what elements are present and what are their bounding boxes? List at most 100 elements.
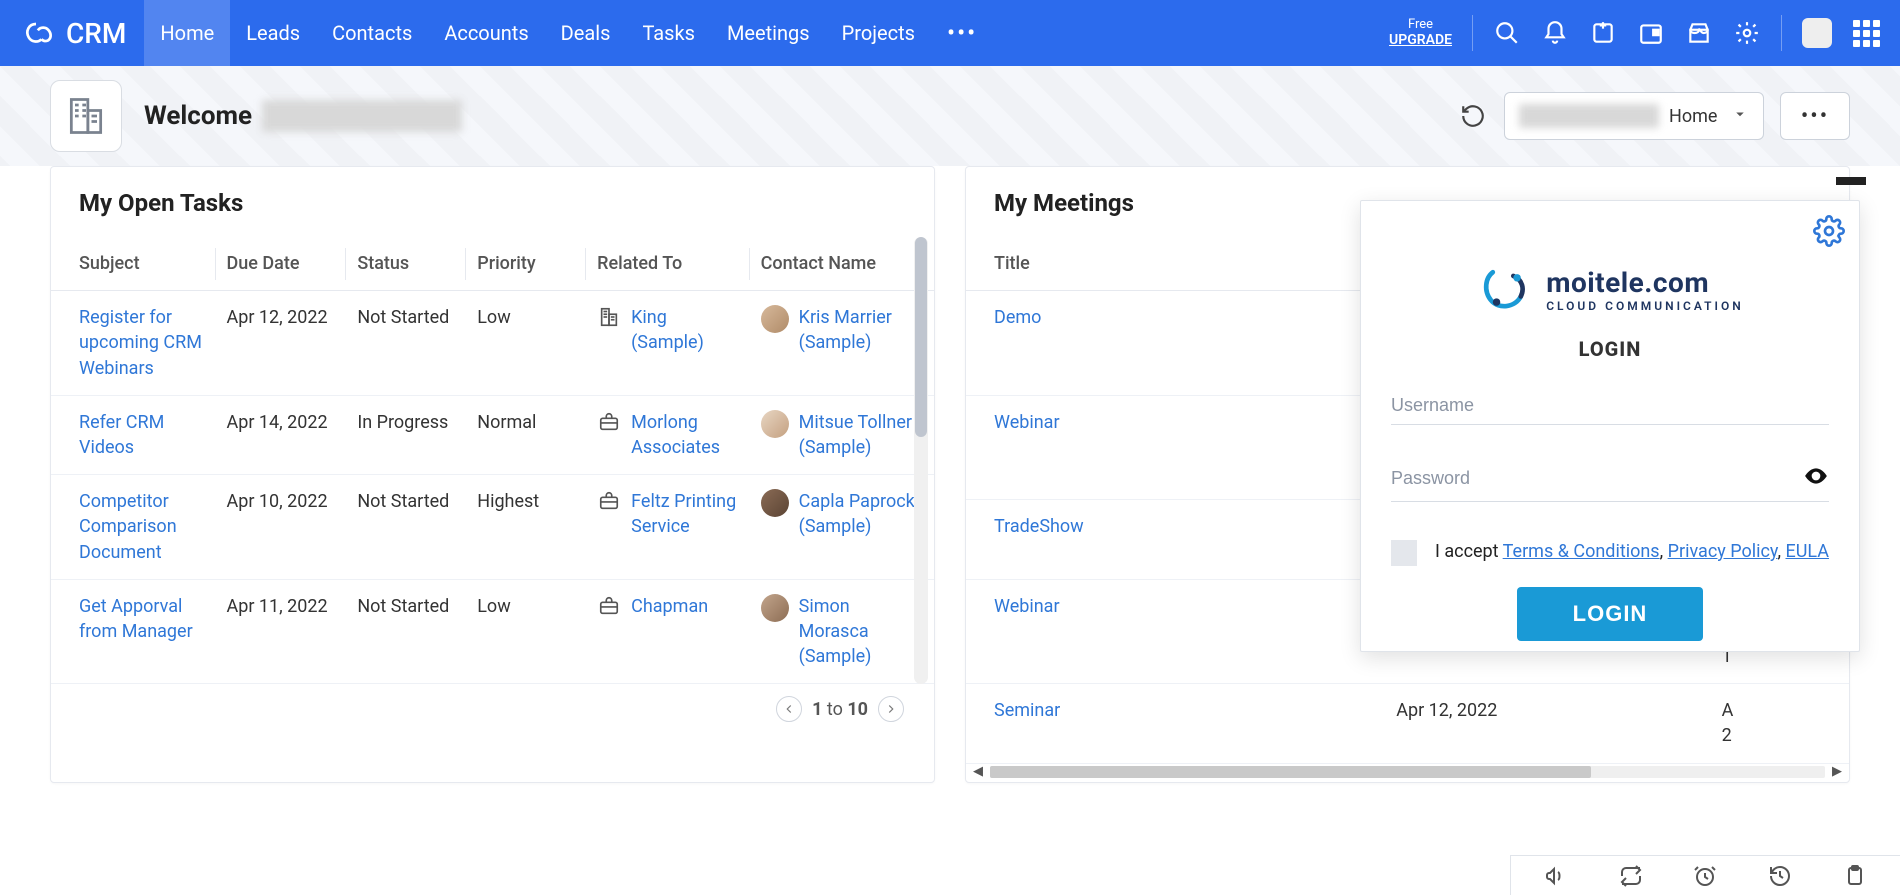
task-contact-link[interactable]: Capla Paprocki (Sample) [799,489,922,539]
task-subject-link[interactable]: Register for upcoming CRM Webinars [79,307,202,378]
task-priority: Low [465,291,585,396]
col-contact[interactable]: Contact Name [749,237,934,291]
task-priority: Highest [465,475,585,580]
password-input[interactable] [1391,468,1793,489]
task-contact-link[interactable]: Mitsue Tollner (Sample) [799,410,922,460]
dashboard-selector[interactable]: Home [1504,92,1764,140]
login-widget: moitele.com CLOUD COMMUNICATION LOGIN I … [1360,200,1860,652]
welcome-text: Welcome [144,100,462,132]
tasks-scroll-wrap: Subject Due Date Status Priority Related… [51,237,934,684]
task-related-link[interactable]: Feltz Printing Service [631,489,737,539]
task-contact-link[interactable]: Simon Morasca (Sample) [799,594,922,670]
bell-icon[interactable] [1541,19,1569,47]
table-row[interactable]: Competitor Comparison DocumentApr 10, 20… [51,475,934,580]
task-subject-link[interactable]: Competitor Comparison Document [79,491,177,562]
tasks-scrollbar[interactable] [914,237,928,684]
privacy-link[interactable]: Privacy Policy [1668,541,1778,562]
meeting-title-link[interactable]: TradeShow [994,516,1084,537]
task-due: Apr 14, 2022 [215,395,346,474]
terms-link[interactable]: Terms & Conditions [1503,541,1660,562]
table-row[interactable]: SeminarApr 12, 2022A2 [966,684,1849,763]
more-actions-button[interactable]: ••• [1780,92,1850,140]
welcome-label: Welcome [144,101,252,131]
task-subject-link[interactable]: Get Apporval from Manager [79,596,193,642]
pager-next-icon[interactable] [878,696,904,722]
nav-tasks[interactable]: Tasks [626,0,711,66]
status-bar [1510,855,1900,895]
refresh-icon[interactable] [1458,101,1488,131]
nav-accounts[interactable]: Accounts [428,0,544,66]
clipboard-icon[interactable] [1841,862,1869,890]
task-status: Not Started [345,579,465,684]
col-status[interactable]: Status [345,237,465,291]
alarm-icon[interactable] [1691,862,1719,890]
brand-logo-icon [18,15,54,51]
announce-icon[interactable] [1542,862,1570,890]
tasks-panel-title: My Open Tasks [51,167,934,237]
widget-minimize-handle[interactable] [1836,177,1866,185]
topbar-left: CRM Home Leads Contacts Accounts Deals T… [18,0,993,66]
meeting-title-link[interactable]: Webinar [994,412,1060,433]
calendar-icon[interactable] [1637,19,1665,47]
scroll-right-icon[interactable]: ▶ [1829,764,1845,779]
table-row[interactable]: Get Apporval from ManagerApr 11, 2022Not… [51,579,934,684]
task-related-link[interactable]: Chapman [631,594,708,619]
accept-text: I accept Terms & Conditions, Privacy Pol… [1435,538,1829,567]
meeting-title-link[interactable]: Webinar [994,596,1060,617]
apps-grid-icon[interactable] [1852,19,1880,47]
accept-checkbox[interactable] [1391,540,1417,566]
task-subject-link[interactable]: Refer CRM Videos [79,412,164,458]
task-related-link[interactable]: King (Sample) [631,305,737,355]
scroll-left-icon[interactable]: ◀ [970,764,986,779]
widget-settings-icon[interactable] [1813,215,1845,251]
col-due-date[interactable]: Due Date [215,237,346,291]
sync-icon[interactable] [1617,862,1645,890]
user-avatar[interactable] [1802,18,1832,48]
pager-sep: to [827,699,843,720]
task-contact-link[interactable]: Kris Marrier (Sample) [799,305,922,355]
dashboard-suffix: Home [1669,106,1717,127]
nav-more[interactable]: ••• [931,19,993,47]
pager-prev-icon[interactable] [776,696,802,722]
building-icon [597,305,621,329]
meetings-h-scrollbar[interactable]: ◀ ▶ [966,764,1849,782]
login-brand: moitele.com CLOUD COMMUNICATION [1391,221,1829,337]
username-field-wrapper [1391,387,1829,425]
nav-contacts[interactable]: Contacts [316,0,428,66]
contact-avatar [761,410,789,438]
store-icon[interactable] [1685,19,1713,47]
table-row[interactable]: Register for upcoming CRM WebinarsApr 12… [51,291,934,396]
task-status: Not Started [345,291,465,396]
upgrade-link[interactable]: Free UPGRADE [1389,17,1452,49]
brand-text: CRM [66,17,126,50]
username-input[interactable] [1391,395,1829,416]
subheader-left: Welcome [50,80,462,152]
meeting-title-link[interactable]: Demo [994,307,1041,328]
divider [1781,15,1782,51]
col-related[interactable]: Related To [585,237,749,291]
nav-home[interactable]: Home [144,0,230,66]
eula-link[interactable]: EULA [1786,541,1830,562]
nav-meetings[interactable]: Meetings [711,0,826,66]
nav-projects[interactable]: Projects [826,0,931,66]
show-password-icon[interactable] [1803,463,1829,493]
nav-deals[interactable]: Deals [545,0,627,66]
search-icon[interactable] [1493,19,1521,47]
briefcase-icon [597,594,621,618]
table-row[interactable]: Refer CRM VideosApr 14, 2022In ProgressN… [51,395,934,474]
settings-gear-icon[interactable] [1733,19,1761,47]
login-button[interactable]: LOGIN [1517,587,1704,641]
nav-leads[interactable]: Leads [230,0,316,66]
add-note-icon[interactable] [1589,19,1617,47]
moitele-logo-icon [1476,261,1532,317]
briefcase-icon [597,489,621,513]
org-icon[interactable] [50,80,122,152]
history-icon[interactable] [1766,862,1794,890]
col-priority[interactable]: Priority [465,237,585,291]
task-related-link[interactable]: Morlong Associates [631,410,737,460]
subheader-right: Home ••• [1458,92,1850,140]
tasks-pager: 1 to 10 [51,684,934,742]
col-title[interactable]: Title [966,237,1384,291]
meeting-title-link[interactable]: Seminar [994,700,1060,721]
col-subject[interactable]: Subject [51,237,215,291]
